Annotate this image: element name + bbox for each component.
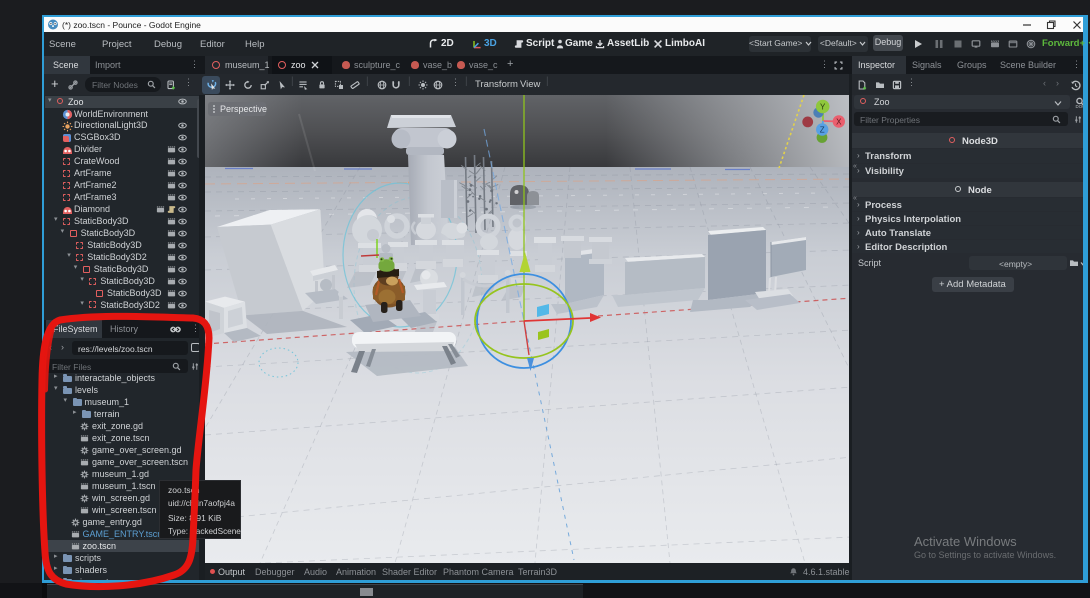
svg-text:Perspective: Perspective bbox=[220, 104, 267, 114]
svg-text:Z: Z bbox=[820, 126, 825, 135]
svg-text:DOC: DOC bbox=[1076, 103, 1083, 107]
svg-text:X: X bbox=[836, 118, 842, 127]
svg-text:Y: Y bbox=[820, 103, 826, 112]
